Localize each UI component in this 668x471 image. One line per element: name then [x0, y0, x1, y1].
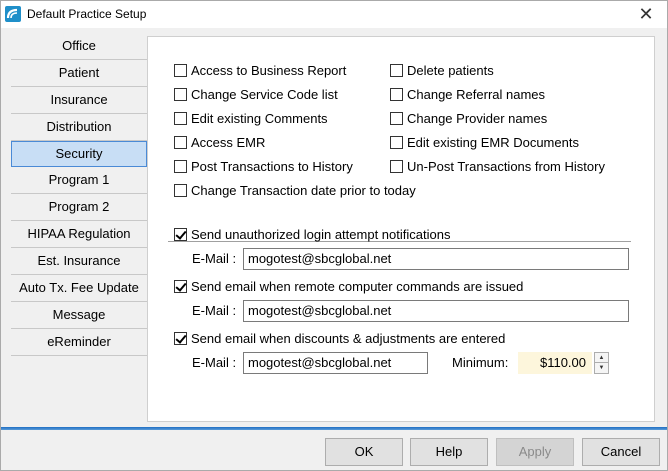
remote-commands-checkbox[interactable]: Send email when remote computer commands…: [174, 277, 523, 295]
checkbox-label: Edit existing Comments: [191, 110, 328, 126]
minimum-label: Minimum:: [452, 355, 509, 370]
checkbox-label: Change Referral names: [407, 86, 546, 102]
close-button[interactable]: ✕: [635, 3, 657, 25]
checkbox-box[interactable]: [174, 159, 187, 173]
help-button[interactable]: Help: [410, 438, 488, 466]
sidebar-item-patient[interactable]: Patient: [11, 60, 147, 87]
unpost-transactions-checkbox[interactable]: Un-Post Transactions from History: [390, 157, 605, 175]
checkbox-box[interactable]: [174, 227, 187, 241]
sidebar: Office Patient Insurance Distribution Se…: [11, 33, 147, 356]
security-panel: Access to Business Report Change Service…: [147, 36, 655, 422]
access-business-report-checkbox[interactable]: Access to Business Report: [174, 61, 346, 79]
edit-existing-comments-checkbox[interactable]: Edit existing Comments: [174, 109, 328, 127]
close-icon: ✕: [638, 4, 654, 24]
window-body: Office Patient Insurance Distribution Se…: [0, 28, 668, 471]
change-transaction-date-checkbox[interactable]: Change Transaction date prior to today: [174, 181, 416, 199]
email-label: E-Mail :: [192, 355, 237, 370]
apply-button[interactable]: Apply: [496, 438, 574, 466]
change-service-code-list-checkbox[interactable]: Change Service Code list: [174, 85, 338, 103]
sidebar-item-auto-tx-fee-update[interactable]: Auto Tx. Fee Update: [11, 275, 147, 302]
checkbox-box[interactable]: [390, 159, 403, 173]
cancel-button[interactable]: Cancel: [582, 438, 660, 466]
sidebar-item-security[interactable]: Security: [11, 141, 147, 167]
checkbox-box[interactable]: [390, 135, 403, 149]
edit-existing-emr-documents-checkbox[interactable]: Edit existing EMR Documents: [390, 133, 579, 151]
sidebar-item-program-2[interactable]: Program 2: [11, 194, 147, 221]
dialog-footer: OK Help Apply Cancel: [1, 430, 667, 470]
checkbox-box[interactable]: [174, 111, 187, 125]
change-provider-names-checkbox[interactable]: Change Provider names: [390, 109, 547, 127]
post-transactions-checkbox[interactable]: Post Transactions to History: [174, 157, 353, 175]
checkbox-label: Change Provider names: [407, 110, 548, 126]
checkbox-label: Change Service Code list: [191, 86, 338, 102]
ok-button[interactable]: OK: [325, 438, 403, 466]
sidebar-item-insurance[interactable]: Insurance: [11, 87, 147, 114]
checkbox-label: Access EMR: [191, 134, 266, 150]
checkbox-box[interactable]: [174, 63, 187, 77]
title-bar: Default Practice Setup ✕: [0, 0, 668, 28]
sidebar-item-distribution[interactable]: Distribution: [11, 114, 147, 141]
delete-patients-checkbox[interactable]: Delete patients: [390, 61, 494, 79]
checkbox-box[interactable]: [174, 279, 187, 293]
email-label: E-Mail :: [192, 251, 237, 266]
sidebar-item-program-1[interactable]: Program 1: [11, 167, 147, 194]
checkbox-label: Un-Post Transactions from History: [407, 158, 605, 174]
email-label: E-Mail :: [192, 303, 237, 318]
minimum-spinner[interactable]: ▲ ▼: [594, 352, 609, 374]
checkbox-label: Send email when discounts & adjustments …: [191, 330, 506, 346]
spin-down-icon[interactable]: ▼: [595, 363, 608, 373]
checkbox-label: Send unauthorized login attempt notifica…: [191, 226, 451, 242]
sidebar-item-ereminder[interactable]: eReminder: [11, 329, 147, 356]
sidebar-item-office[interactable]: Office: [11, 33, 147, 60]
checkbox-label: Post Transactions to History: [191, 158, 353, 174]
checkbox-box[interactable]: [390, 87, 403, 101]
sidebar-item-hipaa-regulation[interactable]: HIPAA Regulation: [11, 221, 147, 248]
unauthorized-login-email-field[interactable]: mogotest@sbcglobal.net: [243, 248, 629, 270]
checkbox-box[interactable]: [174, 135, 187, 149]
window-title: Default Practice Setup: [27, 7, 147, 21]
spin-up-icon[interactable]: ▲: [595, 353, 608, 363]
checkbox-label: Edit existing EMR Documents: [407, 134, 579, 150]
sidebar-item-message[interactable]: Message: [11, 302, 147, 329]
minimum-amount-field[interactable]: $110.00: [518, 352, 592, 374]
checkbox-label: Change Transaction date prior to today: [191, 182, 416, 198]
remote-commands-email-field[interactable]: mogotest@sbcglobal.net: [243, 300, 629, 322]
app-logo-icon: [5, 6, 21, 22]
change-referral-names-checkbox[interactable]: Change Referral names: [390, 85, 545, 103]
sidebar-item-est-insurance[interactable]: Est. Insurance: [11, 248, 147, 275]
unauthorized-login-checkbox[interactable]: Send unauthorized login attempt notifica…: [174, 225, 450, 243]
checkbox-label: Send email when remote computer commands…: [191, 278, 524, 294]
checkbox-box[interactable]: [390, 111, 403, 125]
checkbox-label: Delete patients: [407, 62, 494, 78]
checkbox-box[interactable]: [390, 63, 403, 77]
discounts-checkbox[interactable]: Send email when discounts & adjustments …: [174, 329, 505, 347]
checkbox-label: Access to Business Report: [191, 62, 347, 78]
access-emr-checkbox[interactable]: Access EMR: [174, 133, 265, 151]
checkbox-box[interactable]: [174, 331, 187, 345]
checkbox-box[interactable]: [174, 87, 187, 101]
checkbox-box[interactable]: [174, 183, 187, 197]
discounts-email-field[interactable]: mogotest@sbcglobal.net: [243, 352, 428, 374]
